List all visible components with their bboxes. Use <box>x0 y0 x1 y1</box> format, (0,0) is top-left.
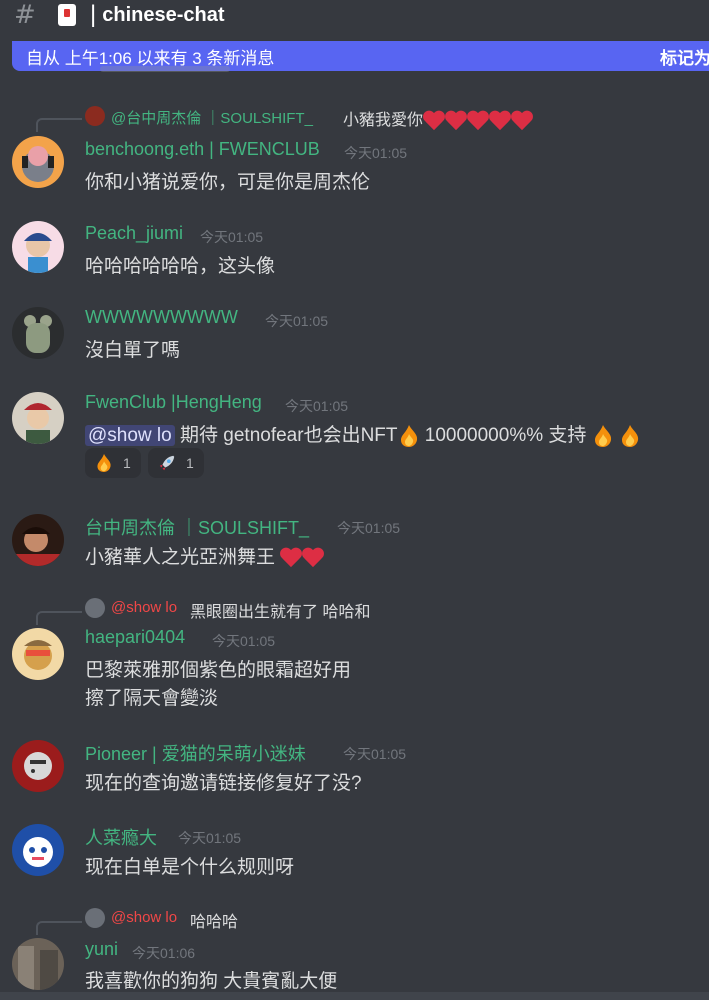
message-text: @show lo 期待 getnofear也会出NFT 10000000%% 支… <box>85 420 641 448</box>
channel-separator: | <box>90 1 97 28</box>
message-text: 现在的查询邀请链接修复好了没? <box>85 773 362 794</box>
message-text: 哈哈哈哈哈哈，这头像 <box>85 256 276 277</box>
avatar[interactable] <box>12 221 64 273</box>
message-author[interactable]: 台中周杰倫 ｜SOULSHIFT_ <box>85 514 309 540</box>
avatar[interactable] <box>12 740 64 792</box>
message-timestamp: 今天01:05 <box>200 229 264 245</box>
channel-hash-icon: # <box>14 0 36 30</box>
reply-avatar[interactable] <box>85 106 105 126</box>
message-text: 我喜歡你的狗狗 大貴賓亂大便 <box>85 971 338 992</box>
fire-emoji-icon <box>594 424 611 447</box>
reply-avatar[interactable] <box>85 598 105 618</box>
avatar[interactable] <box>12 938 64 990</box>
message-author[interactable]: Pioneer | 爱猫的呆萌小迷妹 <box>85 740 306 766</box>
heart-emoji-icon <box>467 111 489 131</box>
message-text: 沒白單了嗎 <box>85 340 181 361</box>
message-timestamp: 今天01:05 <box>178 830 242 846</box>
reply-connector <box>36 118 82 132</box>
message-timestamp: 今天01:05 <box>344 145 408 161</box>
avatar[interactable] <box>12 628 64 680</box>
message-composer-edge[interactable] <box>0 992 709 1000</box>
message-author[interactable]: yuni <box>85 939 118 960</box>
heart-emoji-icon <box>489 111 511 131</box>
avatar[interactable] <box>12 136 64 188</box>
user-mention[interactable]: @show lo <box>85 425 175 446</box>
message-text: 小豬華人之光亞洲舞王 <box>85 542 324 569</box>
message-text: 现在白单是个什么规则呀 <box>85 857 295 878</box>
reply-author[interactable]: @show lo <box>111 909 177 926</box>
message-text: 巴黎萊雅那個紫色的眼霜超好用 <box>85 660 352 681</box>
message-timestamp: 今天01:05 <box>337 520 401 536</box>
reply-connector <box>36 611 82 625</box>
reaction-count: 1 <box>186 455 194 471</box>
rocket-emoji-icon <box>159 455 175 471</box>
message-author[interactable]: 人菜瘾大 <box>85 824 157 850</box>
reply-author[interactable]: @台中周杰倫 ｜SOULSHIFT_ <box>111 107 313 128</box>
message-timestamp: 今天01:05 <box>212 633 276 649</box>
heart-emoji-icon <box>302 548 324 568</box>
heart-emoji-icon <box>280 548 302 568</box>
cutoff-message-text <box>100 66 230 72</box>
reply-text[interactable]: 小豬我愛你 <box>343 106 533 131</box>
channel-emoji-icon <box>58 4 76 26</box>
message-author[interactable]: FwenClub |HengHeng <box>85 392 262 413</box>
message-timestamp: 今天01:05 <box>285 398 349 414</box>
mark-as-read-button[interactable]: 标记为 <box>660 44 709 69</box>
avatar[interactable] <box>12 392 64 444</box>
message-author[interactable]: benchoong.eth | FWENCLUB <box>85 139 320 160</box>
heart-emoji-icon <box>445 111 467 131</box>
avatar[interactable] <box>12 824 64 876</box>
avatar[interactable] <box>12 307 64 359</box>
message-author[interactable]: Peach_jiumi <box>85 223 183 244</box>
reply-avatar[interactable] <box>85 908 105 928</box>
channel-name[interactable]: chinese-chat <box>102 4 224 27</box>
avatar[interactable] <box>12 514 64 566</box>
reaction-rocket[interactable]: 1 <box>148 448 204 478</box>
message-author[interactable]: haepari0404 <box>85 627 185 648</box>
fire-emoji-icon <box>97 454 111 472</box>
message-timestamp: 今天01:05 <box>265 313 329 329</box>
heart-emoji-icon <box>423 111 445 131</box>
reply-text[interactable]: 黑眼圈出生就有了 哈哈和 <box>190 598 370 622</box>
new-messages-text[interactable]: 自从 上午1:06 以来有 3 条新消息 <box>26 44 274 69</box>
reply-connector <box>36 921 82 935</box>
reply-author[interactable]: @show lo <box>111 599 177 616</box>
reaction-count: 1 <box>123 455 131 471</box>
fire-emoji-icon <box>621 424 639 447</box>
heart-emoji-icon <box>511 111 533 131</box>
message-text-line2: 擦了隔天會變淡 <box>85 688 219 709</box>
message-author[interactable]: WWWWWWWWW <box>85 307 238 328</box>
channel-header: # | chinese-chat <box>0 0 709 30</box>
message-text: 你和小猪说爱你，可是你是周杰伦 <box>85 172 371 193</box>
message-timestamp: 今天01:05 <box>343 746 407 762</box>
message-timestamp: 今天01:06 <box>132 945 196 961</box>
reaction-fire[interactable]: 1 <box>85 448 141 478</box>
fire-emoji-icon <box>400 424 417 447</box>
reply-text[interactable]: 哈哈哈 <box>190 908 238 932</box>
